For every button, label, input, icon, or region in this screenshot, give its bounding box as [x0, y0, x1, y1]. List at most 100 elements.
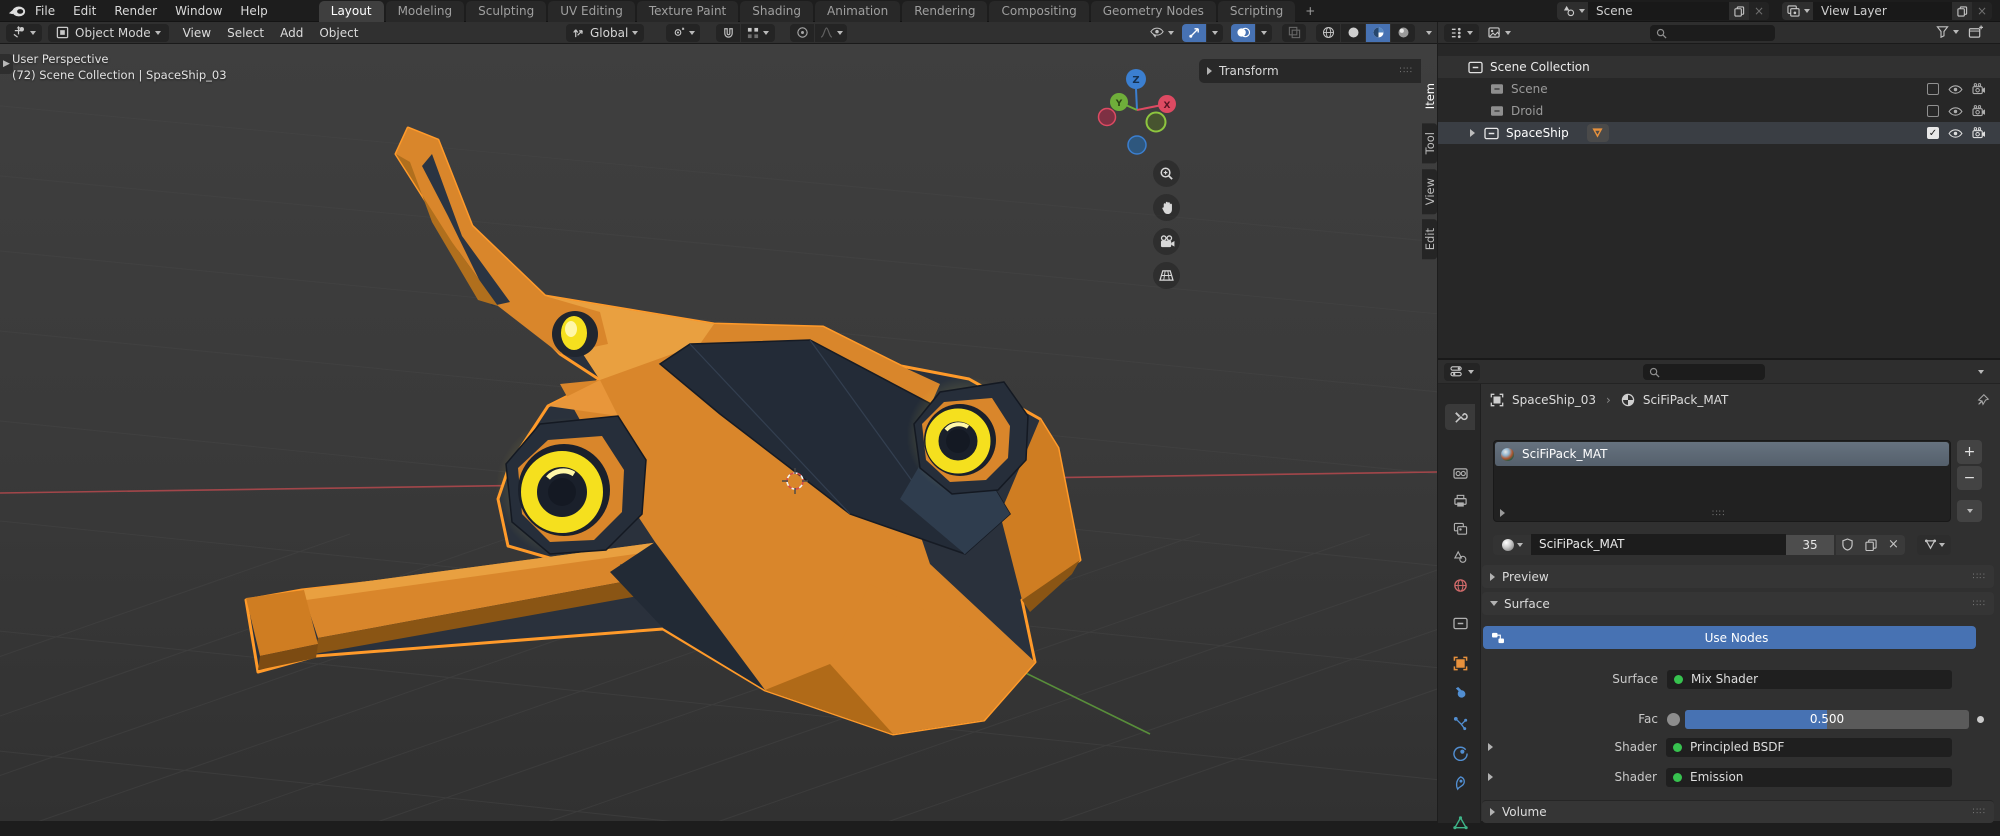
gizmo-neg-y[interactable] — [1147, 113, 1166, 132]
workspace-tab-uv-editing[interactable]: UV Editing — [548, 1, 635, 22]
workspace-tab-modeling[interactable]: Modeling — [386, 1, 465, 22]
menu-object[interactable]: Object — [311, 26, 366, 40]
navigation-gizmo[interactable]: Z Y X — [1090, 62, 1200, 162]
tab-output[interactable] — [1445, 488, 1475, 514]
blender-logo-icon[interactable] — [8, 4, 26, 18]
spaceship-model[interactable] — [246, 128, 1080, 734]
gizmo-neg-z[interactable] — [1128, 136, 1146, 154]
outliner-row-scene-collection[interactable]: Scene Collection — [1438, 56, 2000, 78]
workspace-tab-geometry-nodes[interactable]: Geometry Nodes — [1091, 1, 1216, 22]
add-workspace-button[interactable]: + — [1297, 1, 1323, 22]
shading-wireframe-button[interactable] — [1316, 24, 1340, 42]
tab-view-layer[interactable] — [1445, 516, 1475, 542]
tab-constraints[interactable] — [1445, 770, 1475, 796]
camera-view-button[interactable] — [1153, 228, 1180, 255]
outliner-row-spaceship[interactable]: SpaceShip ✓ — [1438, 122, 2000, 144]
surface-shader-field[interactable]: Mix Shader — [1667, 670, 1952, 689]
workspace-tab-rendering[interactable]: Rendering — [902, 1, 987, 22]
workspace-tab-layout[interactable]: Layout — [319, 1, 384, 22]
gizmo-x-label[interactable]: X — [1164, 101, 1171, 111]
new-collection-button[interactable] — [1968, 25, 1983, 39]
menu-edit[interactable]: Edit — [64, 0, 105, 22]
tab-collection[interactable] — [1445, 610, 1475, 636]
fac-socket-icon[interactable] — [1667, 713, 1680, 726]
workspace-tab-animation[interactable]: Animation — [815, 1, 900, 22]
tab-tool[interactable] — [1445, 404, 1475, 430]
tab-world[interactable] — [1445, 572, 1475, 598]
surface-panel-header[interactable]: Surface ∷∷ — [1482, 592, 1994, 615]
shader1-field[interactable]: Principled BSDF — [1666, 738, 1952, 757]
exclude-checkbox[interactable]: ✓ — [1927, 127, 1939, 139]
panel-grip-icon[interactable]: ∷∷ — [1973, 599, 1986, 609]
outliner-item-label[interactable]: Scene — [1511, 82, 1548, 96]
menu-window[interactable]: Window — [166, 0, 231, 22]
tab-particles[interactable] — [1445, 710, 1475, 736]
zoom-button[interactable] — [1153, 160, 1180, 187]
disable-render-camera-icon[interactable] — [1972, 127, 1986, 139]
shader2-field[interactable]: Emission — [1666, 768, 1952, 787]
snap-settings-dropdown[interactable] — [741, 24, 775, 42]
breadcrumb-object[interactable]: SpaceShip_03 — [1512, 393, 1596, 407]
gizmo-z-label[interactable]: Z — [1132, 75, 1139, 86]
xray-toggle[interactable] — [1282, 24, 1306, 42]
gizmos-toggle[interactable] — [1182, 24, 1206, 42]
tab-physics[interactable] — [1445, 740, 1475, 766]
new-scene-button[interactable] — [1729, 2, 1749, 20]
3d-viewport[interactable]: User Perspective (72) Scene Collection |… — [0, 44, 1437, 821]
shading-dropdown[interactable] — [1421, 24, 1437, 42]
shading-rendered-button[interactable] — [1391, 24, 1415, 42]
snap-toggle-button[interactable] — [716, 24, 740, 42]
hide-eye-icon[interactable] — [1948, 106, 1963, 117]
link-material-dropdown[interactable] — [1917, 535, 1951, 555]
object-visibility-dropdown[interactable] — [1150, 24, 1174, 42]
volume-panel-header[interactable]: Volume ∷∷ — [1482, 800, 1994, 823]
fac-slider[interactable]: 0.500 — [1685, 710, 1969, 729]
menu-file[interactable]: File — [26, 0, 64, 22]
shading-material-preview-button[interactable] — [1366, 24, 1390, 42]
tab-modifiers[interactable] — [1445, 680, 1475, 706]
disable-render-camera-icon[interactable] — [1972, 83, 1986, 95]
fake-user-shield-button[interactable] — [1836, 535, 1859, 555]
sidebar-tab-edit[interactable]: Edit — [1422, 219, 1437, 259]
perspective-toggle-button[interactable] — [1153, 262, 1180, 289]
properties-search-input[interactable] — [1643, 364, 1765, 380]
tab-object[interactable] — [1445, 650, 1475, 676]
mode-dropdown[interactable]: Object Mode — [48, 24, 169, 42]
disable-render-camera-icon[interactable] — [1972, 105, 1986, 117]
gizmo-y-label[interactable]: Y — [1115, 99, 1123, 109]
gizmo-neg-x[interactable] — [1099, 109, 1116, 126]
outliner-row-droid[interactable]: Droid — [1438, 100, 2000, 122]
proportional-falloff-dropdown[interactable] — [815, 24, 847, 42]
unlink-scene-button[interactable]: × — [1749, 2, 1769, 20]
exclude-checkbox[interactable] — [1927, 83, 1939, 95]
outliner-item-label[interactable]: Scene Collection — [1490, 60, 1590, 74]
add-material-slot-button[interactable]: + — [1957, 440, 1982, 464]
view-layer-browse-button[interactable] — [1782, 2, 1813, 20]
menu-view[interactable]: View — [175, 26, 219, 40]
view-layer-name-field[interactable]: View Layer — [1813, 2, 1952, 20]
material-slot-specials-button[interactable] — [1957, 500, 1982, 522]
scene-browse-button[interactable] — [1557, 2, 1588, 20]
preview-panel-header[interactable]: Preview ∷∷ — [1482, 565, 1994, 588]
expand-arrow-icon[interactable] — [1470, 129, 1475, 137]
tab-scene[interactable] — [1445, 544, 1475, 570]
menu-select[interactable]: Select — [219, 26, 272, 40]
proportional-editing-toggle[interactable] — [790, 24, 814, 42]
outliner-filter-button[interactable] — [1936, 25, 1959, 38]
overlays-toggle[interactable] — [1231, 24, 1255, 42]
unlink-material-button[interactable]: × — [1882, 535, 1905, 555]
workspace-tab-texture-paint[interactable]: Texture Paint — [637, 1, 738, 22]
overlays-dropdown[interactable] — [1256, 24, 1272, 42]
remove-view-layer-button[interactable]: × — [1972, 2, 1992, 20]
outliner-item-label[interactable]: Droid — [1511, 104, 1543, 118]
pivot-point-dropdown[interactable] — [666, 24, 700, 42]
outliner-search-input[interactable] — [1650, 25, 1775, 41]
material-slots-list[interactable]: SciFiPack_MAT ∷∷ — [1493, 440, 1951, 522]
scene-name-field[interactable]: Scene — [1588, 2, 1729, 20]
hide-eye-icon[interactable] — [1948, 84, 1963, 95]
new-view-layer-button[interactable] — [1952, 2, 1972, 20]
animate-dot-icon[interactable] — [1977, 716, 1984, 723]
material-users-count[interactable]: 35 — [1786, 535, 1834, 555]
new-material-button[interactable] — [1859, 535, 1882, 555]
outliner-item-label[interactable]: SpaceShip — [1506, 126, 1569, 140]
